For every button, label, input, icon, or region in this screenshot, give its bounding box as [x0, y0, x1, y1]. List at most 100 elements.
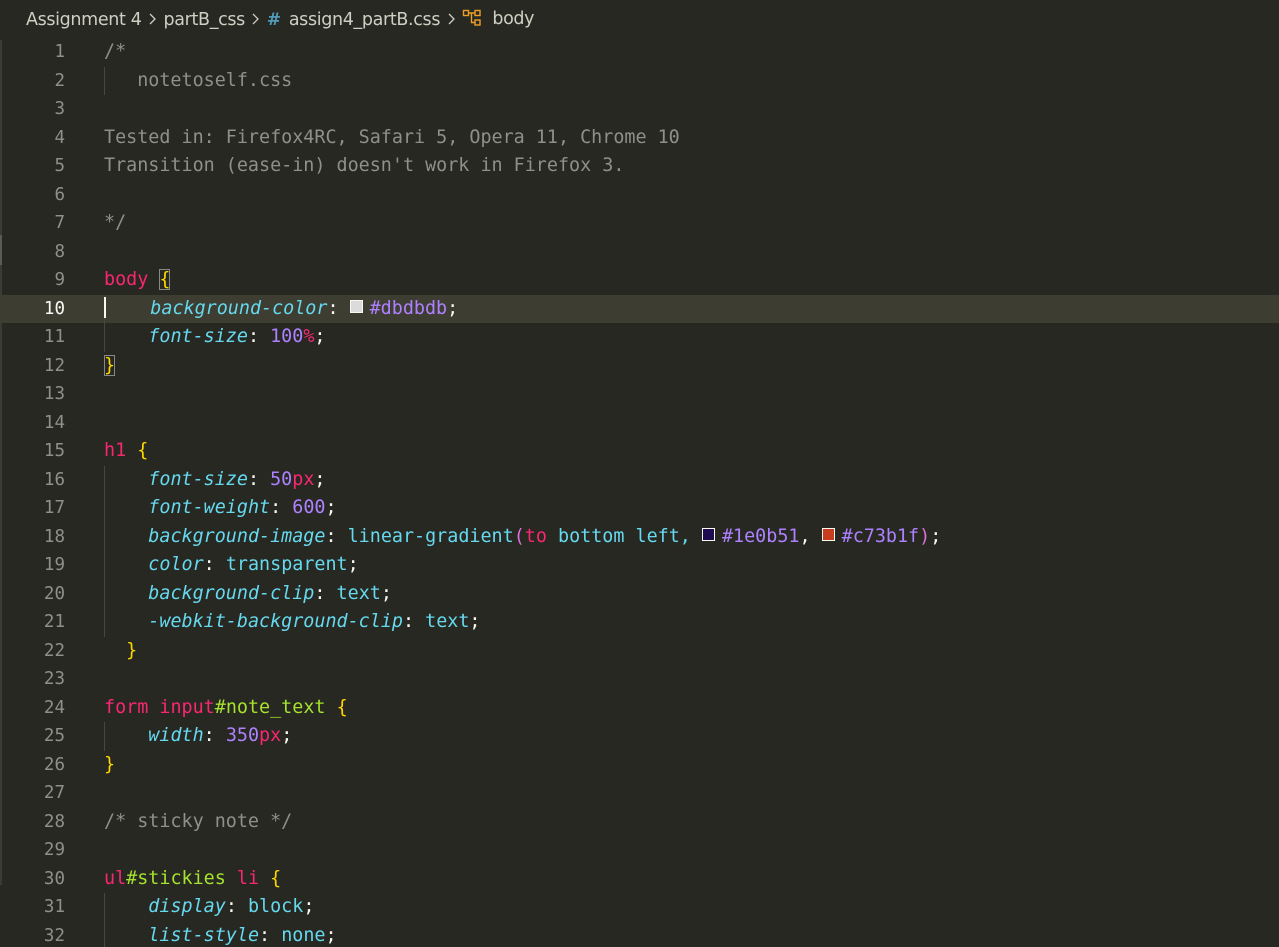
code-token: text [425, 611, 470, 632]
code-token: ; [447, 297, 459, 319]
code-line[interactable]: 9 body { [0, 266, 1279, 295]
code-token: ul [104, 867, 127, 889]
code-line[interactable]: 23 [0, 665, 1279, 694]
code-line[interactable]: 17 font-weight: 600; [0, 494, 1279, 523]
code-text: background-clip: text; [104, 580, 392, 609]
code-token: transparent [225, 554, 348, 575]
code-text: list-style: none; [104, 922, 337, 947]
code-text: color: transparent; [104, 551, 359, 580]
code-line[interactable]: 21 -webkit-background-clip: text; [0, 608, 1279, 637]
code-token: : [203, 725, 226, 746]
breadcrumb-file[interactable]: # assign4_partB.css [266, 10, 441, 30]
line-number: 8 [54, 241, 65, 262]
code-line[interactable]: 22 } [0, 637, 1279, 666]
line-number: 29 [43, 840, 65, 860]
code-line[interactable]: 12} [0, 352, 1279, 381]
code-token: : [270, 497, 293, 518]
code-token: ; [325, 924, 337, 946]
color-swatch[interactable] [701, 527, 715, 541]
code-token: 600 [292, 497, 326, 518]
code-token: } [104, 354, 116, 376]
code-token: Transition (ease-in) doesn't work in Fir… [104, 155, 625, 176]
breadcrumb-file-label: assign4_partB.css [288, 10, 441, 30]
code-token: /* sticky note */ [104, 810, 293, 832]
code-editor[interactable]: 1 /* 2 notetoself.css 3 4 Tested in: Firefox4… [0, 38, 1279, 947]
line-number: 13 [43, 384, 65, 404]
code-line[interactable]: 3 [0, 95, 1279, 124]
line-number: 21 [43, 612, 65, 632]
line-number: 10 [43, 298, 65, 319]
code-token: h1 [104, 440, 127, 461]
breadcrumb-symbol[interactable]: body [462, 9, 535, 32]
code-line[interactable]: 18 background-image: linear-gradient(to … [0, 522, 1279, 551]
code-text: form input#note_text { [104, 694, 348, 723]
color-swatch[interactable] [349, 299, 363, 313]
line-number: 9 [54, 270, 65, 290]
breadcrumb-folder[interactable]: Assignment 4 [26, 10, 142, 30]
code-line[interactable]: 5 Transition (ease-in) doesn't work in Fi… [0, 152, 1279, 181]
code-line[interactable]: 16 font-size: 50px; [0, 465, 1279, 494]
line-number: 15 [43, 441, 65, 461]
code-token: ) [919, 525, 931, 547]
code-token: */ [104, 212, 127, 233]
code-token: ; [347, 554, 359, 575]
code-token: #c73b1f [841, 525, 920, 547]
hash-icon: # [266, 10, 281, 30]
code-text: } [104, 751, 115, 780]
line-number: 18 [43, 526, 65, 547]
code-token: { [270, 867, 282, 889]
code-token: ; [469, 611, 481, 632]
code-line[interactable]: 30 ul#stickies li { [0, 865, 1279, 894]
line-number: 24 [43, 697, 65, 718]
code-token: { [159, 269, 171, 290]
code-line[interactable]: 14 [0, 409, 1279, 438]
code-line[interactable]: 13 [0, 380, 1279, 409]
code-line[interactable]: 28 /* sticky note */ [0, 808, 1279, 837]
code-line[interactable]: 6 [0, 181, 1279, 210]
code-text: display: block; [104, 893, 314, 922]
code-token: : [259, 924, 282, 946]
code-token: font-weight [148, 497, 271, 518]
code-line[interactable]: 19 color: transparent; [0, 551, 1279, 580]
code-line[interactable]: 31 display: block; [0, 893, 1279, 922]
code-line[interactable]: 10 background-color: #dbdbdb; [0, 294, 1279, 323]
code-token: body [104, 269, 149, 290]
code-line[interactable]: 26} [0, 751, 1279, 780]
code-token: block [247, 896, 304, 917]
code-token: notetoself.css [104, 69, 293, 91]
code-line[interactable]: 20 background-clip: text; [0, 579, 1279, 609]
code-token: : [314, 582, 337, 604]
code-token: color [148, 554, 204, 575]
line-number: 16 [43, 469, 65, 490]
code-line[interactable]: 29 [0, 836, 1279, 865]
breadcrumb-subfolder[interactable]: partB_css [164, 10, 246, 30]
code-token: : [325, 525, 348, 547]
code-line[interactable]: 1 /* [0, 38, 1279, 67]
code-token: ; [325, 497, 337, 518]
color-swatch[interactable] [821, 527, 835, 541]
code-token: px [259, 725, 282, 746]
code-line[interactable]: 2 notetoself.css [0, 66, 1279, 96]
code-line[interactable]: 32 list-style: none; [0, 921, 1279, 947]
code-line[interactable]: 4 Tested in: Firefox4RC, Safari 5, Opera … [0, 124, 1279, 153]
code-text: notetoself.css [104, 67, 292, 96]
code-line[interactable]: 25 width: 350px; [0, 722, 1279, 751]
line-number: 32 [43, 925, 65, 946]
code-text: */ [104, 209, 126, 238]
line-number: 3 [54, 99, 65, 119]
code-line[interactable]: 15 h1 { [0, 437, 1279, 466]
code-line[interactable]: 7 */ [0, 209, 1279, 238]
code-line[interactable]: 11 font-size: 100%; [0, 323, 1279, 352]
line-number: 1 [54, 42, 65, 62]
code-line[interactable]: 24 form input#note_text { [0, 694, 1279, 723]
code-line[interactable]: 27 [0, 779, 1279, 808]
code-line[interactable]: 8 [0, 238, 1279, 267]
code-token: , [799, 525, 822, 547]
